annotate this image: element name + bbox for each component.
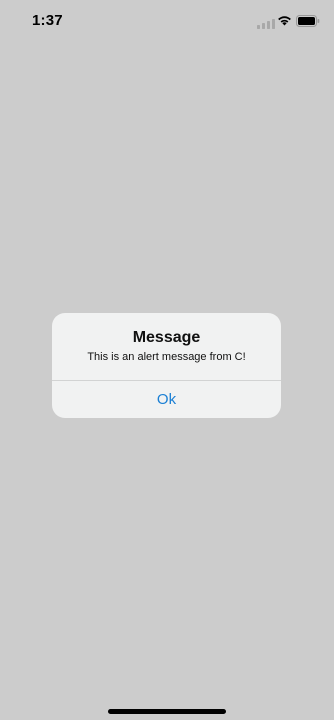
battery-icon	[296, 15, 320, 27]
home-indicator[interactable]	[108, 709, 226, 714]
status-time: 1:37	[32, 12, 63, 29]
ok-button[interactable]: Ok	[52, 381, 281, 418]
alert-dialog: Message This is an alert message from C!…	[52, 313, 281, 418]
alert-title: Message	[132, 329, 201, 346]
cellular-signal-icon	[257, 19, 275, 29]
wifi-icon	[278, 16, 291, 26]
status-bar: 1:37	[0, 0, 334, 44]
alert-message: This is an alert message from C!	[87, 351, 246, 363]
